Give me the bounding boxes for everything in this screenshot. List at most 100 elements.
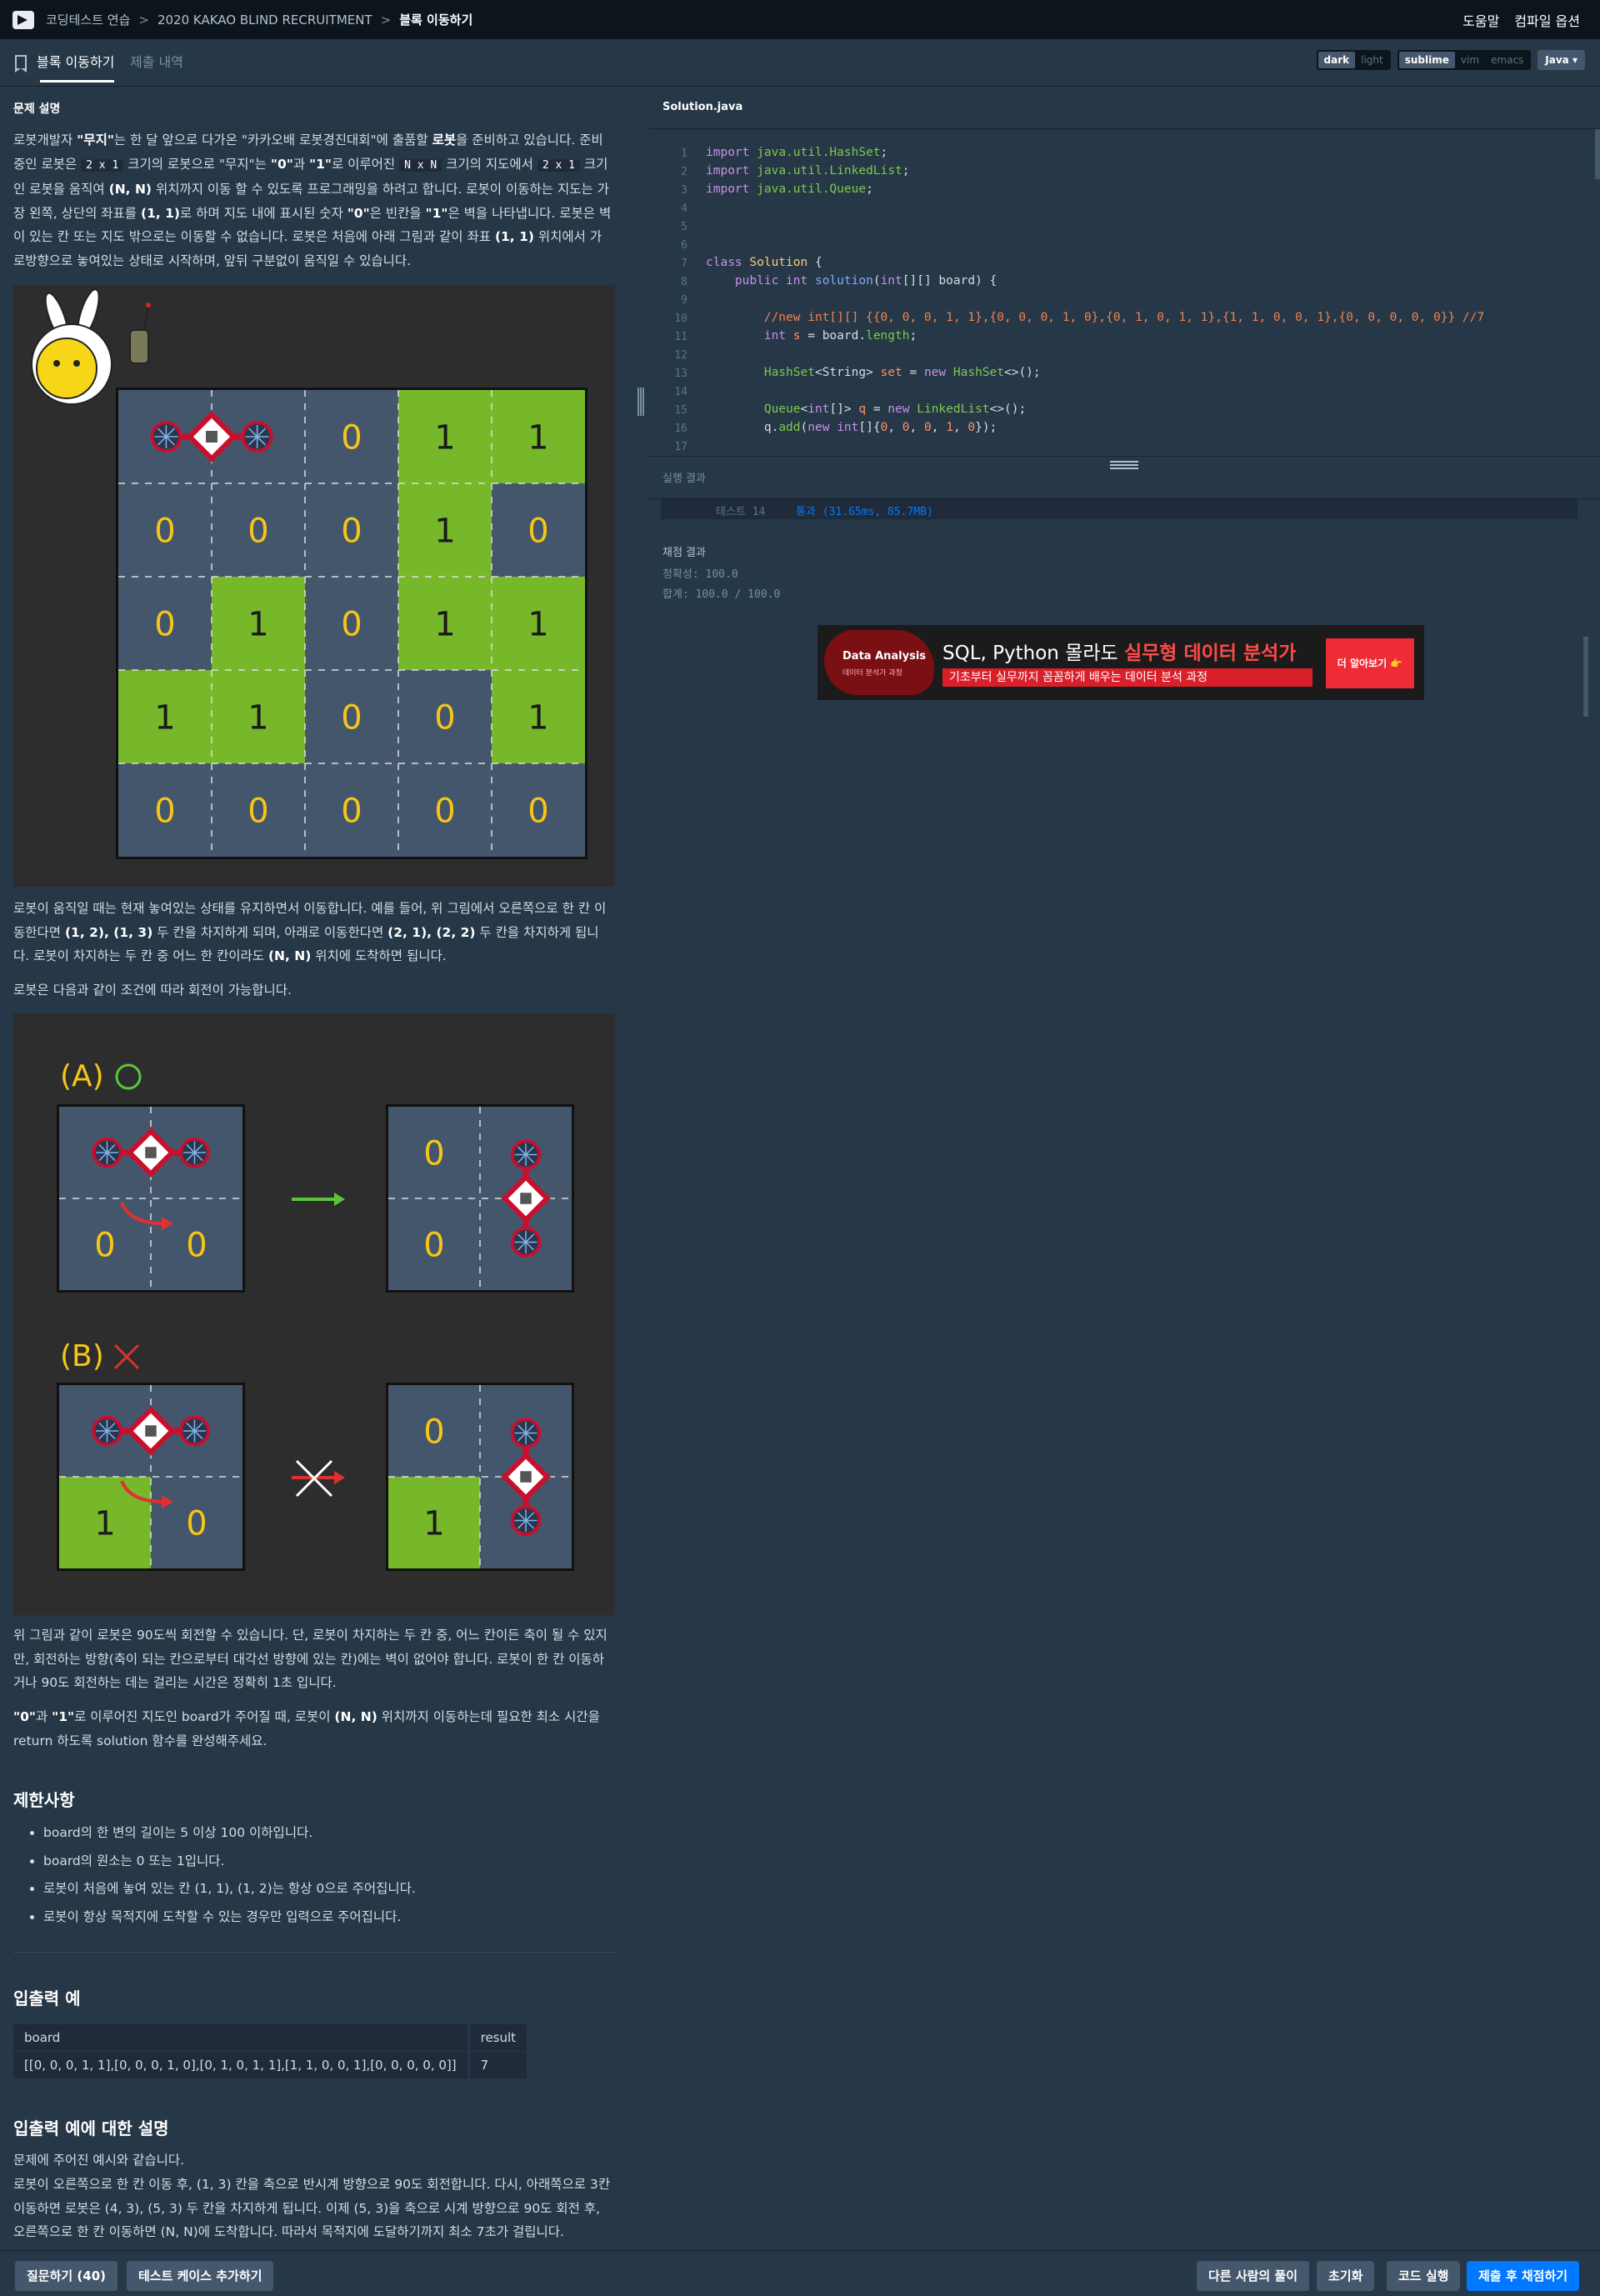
- rotate-description: 위 그림과 같이 로봇은 90도씩 회전할 수 있습니다. 단, 로봇이 차지하…: [13, 1628, 608, 1691]
- bookmark-icon: [15, 55, 27, 73]
- ask-question-button[interactable]: 질문하기 (40): [15, 2261, 118, 2291]
- cell-value: 0: [423, 1413, 444, 1451]
- io-explain-title: 입출력 예에 대한 설명: [13, 2118, 169, 2138]
- ad-headline: SQL, Python 몰라도 실무형 데이터 분석가: [942, 643, 1297, 664]
- section-title: 문제 설명: [13, 103, 61, 116]
- test-result-row: 테스트 14 통과 (31.65ms, 85.7MB): [661, 499, 1578, 519]
- cell-value: 1: [528, 699, 548, 738]
- constraint-item: board의 원소는 0 또는 1입니다.: [43, 1848, 416, 1876]
- action-bar: 질문하기 (40) 테스트 케이스 추가하기 다른 사람의 풀이 초기화 코드 …: [0, 2250, 1600, 2296]
- constraint-item: 로봇이 항상 목적지에 도착할 수 있는 경우만 입력으로 주어집니다.: [43, 1903, 416, 1932]
- code-line: Queue<int[]> q = new LinkedList<>();: [763, 403, 1027, 416]
- cell-value: 1: [434, 419, 455, 458]
- chevron-right-icon: >: [138, 12, 149, 28]
- cell-value: 1: [248, 699, 268, 738]
- label-a: (A): [60, 1059, 104, 1093]
- result-resize-handle[interactable]: [1110, 461, 1138, 469]
- active-tab-indicator: [40, 80, 115, 83]
- theme-dark-option[interactable]: dark: [1318, 52, 1356, 68]
- run-code-button[interactable]: 코드 실행: [1387, 2261, 1461, 2291]
- reset-button[interactable]: 초기화: [1317, 2261, 1375, 2291]
- code-line: HashSet<String> set = new HashSet<>();: [763, 366, 1041, 379]
- keymap-vim-option[interactable]: vim: [1455, 52, 1485, 68]
- language-select-value: Java: [1545, 54, 1569, 66]
- allowed-circle-icon: [115, 1063, 142, 1090]
- cell-value: 0: [434, 793, 455, 831]
- cell-value: 1: [528, 419, 548, 458]
- compile-options-link[interactable]: 컴파일 옵션: [1514, 10, 1580, 30]
- code-line: public int solution(int[][] board) {: [734, 274, 998, 288]
- cell-value: 1: [248, 606, 268, 644]
- cell-value: 0: [423, 1134, 444, 1173]
- keymap-sublime-option[interactable]: sublime: [1398, 52, 1455, 68]
- arrow-right-icon: [292, 1193, 345, 1206]
- cell-value: 0: [341, 699, 362, 738]
- result-scrollbar[interactable]: [1583, 637, 1588, 717]
- io-example-title: 입출력 예: [13, 1988, 81, 2008]
- help-link[interactable]: 도움말: [1462, 10, 1499, 30]
- test-label: 테스트 14: [716, 506, 766, 518]
- cell-value: 1: [154, 699, 175, 738]
- cell-value: 1: [434, 606, 455, 644]
- cell-value: 0: [528, 793, 548, 831]
- muzi-mascot: [31, 288, 151, 405]
- code-line: q.add(new int[]{0, 0, 0, 1, 0});: [706, 421, 998, 434]
- cell-value: 0: [154, 513, 175, 551]
- code-line: int s = board.length;: [763, 329, 918, 343]
- constraint-item: 로봇이 처음에 놓여 있는 칸 (1, 1), (1, 2)는 항상 0으로 주…: [43, 1875, 416, 1903]
- table-header-row: board result: [13, 2024, 528, 2052]
- cell-value: 1: [423, 1504, 444, 1543]
- tab-problem[interactable]: 블록 이동하기: [15, 39, 115, 86]
- grading-title: 채점 결과: [662, 547, 706, 559]
- table-row: [[0, 0, 0, 1, 1],[0, 0, 0, 1, 0],[0, 1, …: [13, 2051, 528, 2078]
- forbidden-x-icon: [113, 1343, 140, 1370]
- breadcrumb-item-coding-test[interactable]: 코딩테스트 연습: [46, 11, 130, 28]
- grading-accuracy: 정확성: 100.0: [662, 568, 738, 581]
- cell-value: 0: [341, 606, 362, 644]
- io-explain-line: 로봇이 오른쪽으로 한 칸 이동 후, (1, 3) 칸을 축으로 반시계 방향…: [13, 2177, 611, 2240]
- breadcrumb-item-recruitment[interactable]: 2020 KAKAO BLIND RECRUITMENT: [158, 13, 372, 28]
- submit-button[interactable]: 제출 후 채점하기: [1467, 2261, 1580, 2291]
- blocked-arrow-icon: [292, 1459, 345, 1498]
- problem-panel: 문제 설명 로봇개발자 "무지"는 한 달 앞으로 다가온 "카카오배 로봇경진…: [0, 87, 630, 2250]
- programmers-logo-icon[interactable]: [12, 10, 34, 29]
- keymap-emacs-option[interactable]: emacs: [1485, 52, 1529, 68]
- board-cell: [[0, 0, 0, 1, 1],[0, 0, 0, 1, 0],[0, 1, …: [24, 2058, 457, 2073]
- others-solutions-button[interactable]: 다른 사람의 풀이: [1197, 2261, 1310, 2291]
- keymap-toggle: sublime vim emacs: [1397, 50, 1532, 70]
- code-editor[interactable]: 1 2 3 4 5 6 7 8 9 10 11 12 13 14 15 16 1…: [649, 129, 1593, 456]
- theme-light-option[interactable]: light: [1355, 52, 1389, 68]
- robot-icon: [150, 411, 273, 463]
- ad-banner[interactable]: Data Analysis 데이터 분석가 과정 SQL, Python 몰라도…: [818, 625, 1424, 700]
- ad-cta-button[interactable]: 더 알아보기 👉: [1326, 638, 1414, 688]
- code-line: //new int[][] {{0, 0, 0, 1, 1},{0, 0, 0,…: [763, 311, 1485, 324]
- constraints-list: board의 한 변의 길이는 5 이상 100 이하입니다. board의 원…: [43, 1819, 416, 1931]
- rotation-figure-svg: (A) (B) 0 0 0 0 1 0 0 1: [57, 1059, 574, 1571]
- label-b: (B): [60, 1339, 104, 1373]
- ad-logo-text: Data Analysis: [842, 650, 927, 663]
- tab-submissions[interactable]: 제출 내역: [130, 39, 183, 86]
- cell-value: 0: [154, 793, 175, 831]
- robot-icon: [501, 1418, 551, 1536]
- code-line: import java.util.LinkedList;: [706, 164, 910, 178]
- result-title: 실행 결과: [662, 473, 706, 485]
- board-figure: 0 1 1 0 0 0 1 0 0 1 0 1 1 1 1 0 0 1 0 0 0 0 0: [13, 285, 615, 887]
- language-select[interactable]: Java ▾: [1538, 50, 1585, 70]
- breadcrumb: 코딩테스트 연습 > 2020 KAKAO BLIND RECRUITMENT …: [46, 11, 472, 28]
- editor-header: Solution.java: [649, 87, 1600, 129]
- editor-filename: Solution.java: [662, 101, 743, 113]
- cell-value: 0: [186, 1226, 207, 1264]
- panel-resize-handle[interactable]: [638, 388, 644, 416]
- code-line: class Solution {: [706, 256, 822, 269]
- editor-scrollbar[interactable]: [1595, 129, 1600, 179]
- cell-value: 0: [186, 1504, 207, 1543]
- cell-value: 0: [248, 513, 268, 551]
- tab-problem-label: 블록 이동하기: [37, 54, 115, 70]
- rotate-intro: 로봇은 다음과 같이 조건에 따라 회전이 가능합니다.: [13, 983, 292, 998]
- rotation-figure: (A) (B) 0 0 0 0 1 0 0 1: [13, 1013, 615, 1615]
- cell-value: 0: [248, 793, 268, 831]
- add-testcase-button[interactable]: 테스트 케이스 추가하기: [127, 2261, 274, 2291]
- cell-value: 0: [154, 606, 175, 644]
- cell-value: 0: [341, 793, 362, 831]
- caret-down-icon: ▾: [1572, 54, 1578, 66]
